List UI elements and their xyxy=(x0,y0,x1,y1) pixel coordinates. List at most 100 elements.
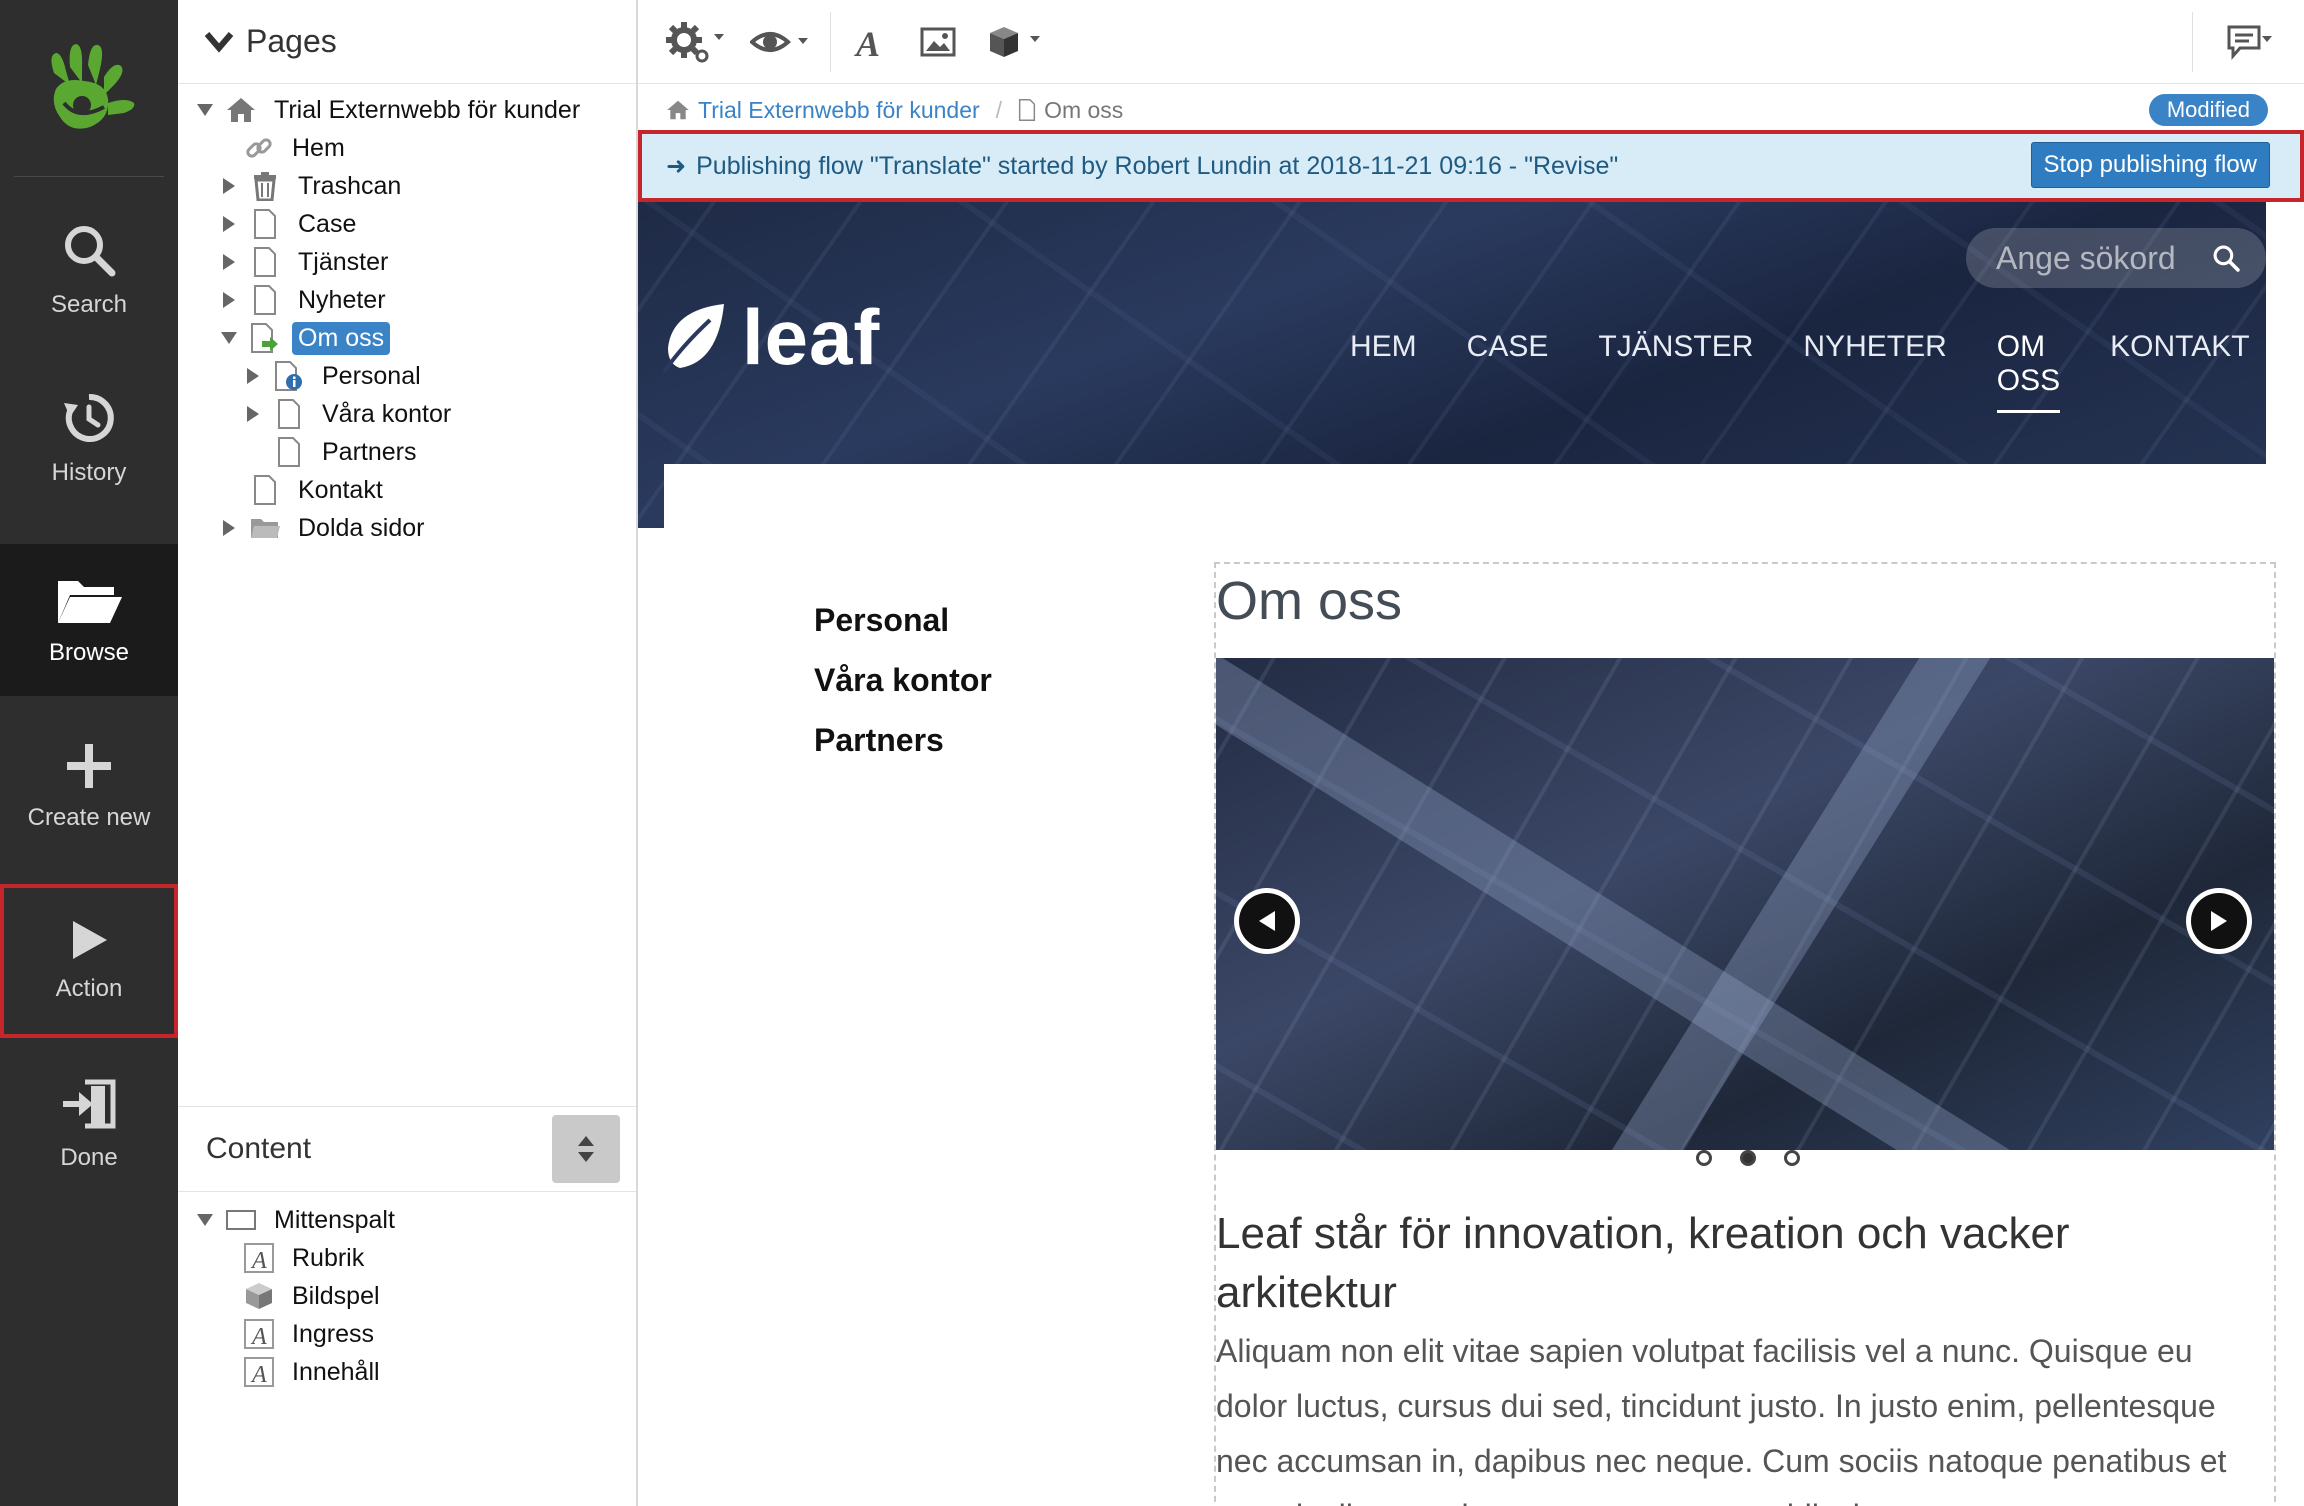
page-icon xyxy=(278,399,300,429)
triangle-right-icon xyxy=(223,216,235,232)
page-publish-icon xyxy=(251,323,278,353)
tree-node-label: Våra kontor xyxy=(322,399,452,428)
rail-action-label: Action xyxy=(55,975,123,1002)
content-node-innehall[interactable]: A Innehåll xyxy=(244,1354,386,1390)
nav-item-kontakt[interactable]: KONTAKT xyxy=(2110,330,2249,413)
rail-history-label: History xyxy=(51,459,127,486)
rail-done-button[interactable]: Done xyxy=(0,1050,178,1200)
svg-text:A: A xyxy=(250,1324,267,1349)
nav-item-hem[interactable]: HEM xyxy=(1350,330,1417,413)
rail-search-button[interactable]: Search xyxy=(0,196,178,346)
content-node-label: Ingress xyxy=(292,1319,374,1348)
page-icon xyxy=(278,437,300,467)
status-badge: Modified xyxy=(2148,94,2268,126)
tree-node-root[interactable]: Trial Externwebb för kunder xyxy=(196,92,586,128)
tree-node-label: Tjänster xyxy=(298,247,389,276)
insert-component-button[interactable] xyxy=(988,18,1044,66)
nav-item-om-oss[interactable]: OM OSS xyxy=(1996,330,2060,413)
stop-publishing-flow-button[interactable]: Stop publishing flow xyxy=(2030,142,2270,188)
expand-toggle[interactable] xyxy=(196,101,214,119)
tree-node-label: Personal xyxy=(322,361,421,390)
tree-node-label: Dolda sidor xyxy=(298,513,425,542)
breadcrumb-current: Om oss xyxy=(1044,96,1124,123)
sort-icon xyxy=(578,1136,594,1162)
triangle-right-icon xyxy=(223,292,235,308)
tree-node-kontakt[interactable]: Kontakt xyxy=(250,472,389,508)
tree-node-trashcan[interactable]: Trashcan xyxy=(220,168,407,204)
text-format-button[interactable]: A xyxy=(854,18,886,66)
slider-prev-button[interactable] xyxy=(1234,888,1300,954)
slider-dots xyxy=(1696,1150,1828,1166)
slider-next-button[interactable] xyxy=(2186,888,2252,954)
home-icon xyxy=(667,100,689,120)
tree-node-label: Trial Externwebb för kunder xyxy=(274,95,581,124)
nav-item-case[interactable]: CASE xyxy=(1467,330,1549,413)
tree-node-tjanster[interactable]: Tjänster xyxy=(220,244,394,280)
tree-node-label-selected: Om oss xyxy=(292,321,391,355)
site-logo[interactable]: leaf xyxy=(662,292,880,383)
slide-image xyxy=(1216,658,2274,1150)
subnav-partners[interactable]: Partners xyxy=(814,722,944,759)
pages-header[interactable]: Pages xyxy=(178,0,636,84)
subnav-personal[interactable]: Personal xyxy=(814,602,949,639)
text-style-icon: A xyxy=(854,24,880,60)
folder-icon xyxy=(58,581,122,623)
slider-dot[interactable] xyxy=(1740,1150,1756,1166)
site-search-input[interactable]: Ange sökord xyxy=(1966,228,2266,288)
nav-item-nyheter[interactable]: NYHETER xyxy=(1803,330,1946,413)
tree-node-personal[interactable]: Personal xyxy=(244,358,427,394)
toolbar-divider xyxy=(2192,12,2193,72)
article-heading: Leaf står för innovation, kreation och v… xyxy=(1216,1209,2070,1318)
tree-node-label: Kontakt xyxy=(298,475,383,504)
cube-icon xyxy=(990,27,1040,57)
content-node-label: Mittenspalt xyxy=(274,1205,395,1234)
site-nav: HEM CASE TJÄNSTER NYHETER OM OSS KONTAKT xyxy=(1350,330,2266,413)
svg-text:A: A xyxy=(250,1362,267,1387)
tree-node-hem[interactable]: Hem xyxy=(244,130,351,166)
triangle-right-icon xyxy=(223,254,235,270)
preview-menu-button[interactable] xyxy=(750,18,812,66)
rail-create-new-button[interactable]: Create new xyxy=(0,712,178,862)
content-node-ingress[interactable]: A Ingress xyxy=(244,1316,380,1352)
comments-button[interactable] xyxy=(2226,18,2274,66)
settings-menu-button[interactable] xyxy=(664,18,726,66)
rail-history-button[interactable]: History xyxy=(0,364,178,514)
tree-node-label: Partners xyxy=(322,437,417,466)
content-node-rubrik[interactable]: A Rubrik xyxy=(244,1240,370,1276)
content-node-bildspel[interactable]: Bildspel xyxy=(244,1278,386,1314)
insert-image-button[interactable] xyxy=(920,18,956,66)
breadcrumb: Trial Externwebb för kunder / Om oss Mod… xyxy=(638,84,2304,136)
tree-node-dolda-sidor[interactable]: Dolda sidor xyxy=(220,510,430,546)
tree-node-om-oss[interactable]: Om oss xyxy=(220,320,391,356)
content-node-mittenspalt[interactable]: Mittenspalt xyxy=(196,1202,401,1238)
content-sort-button[interactable] xyxy=(552,1115,620,1183)
cube-icon xyxy=(246,1283,272,1309)
plus-icon xyxy=(67,744,111,788)
nav-item-tjanster[interactable]: TJÄNSTER xyxy=(1598,330,1753,413)
rail-browse-button[interactable]: Browse xyxy=(0,544,178,696)
breadcrumb-separator: / xyxy=(995,96,1003,123)
exit-icon xyxy=(63,1079,116,1129)
subnav-vara-kontor[interactable]: Våra kontor xyxy=(814,662,992,699)
tree-node-partners[interactable]: Partners xyxy=(274,434,422,470)
breadcrumb-root-link[interactable]: Trial Externwebb för kunder xyxy=(698,97,980,124)
svg-text:A: A xyxy=(250,1248,267,1273)
app-logo[interactable] xyxy=(0,0,178,176)
site-header: Ange sökord leaf HEM CASE TJÄNSTER NYHET… xyxy=(638,202,2266,528)
search-icon xyxy=(65,226,116,277)
rail-browse-label: Browse xyxy=(48,639,130,666)
tree-node-case[interactable]: Case xyxy=(220,206,362,242)
play-icon xyxy=(73,921,107,959)
svg-text:A: A xyxy=(854,24,880,60)
slider-dot[interactable] xyxy=(1696,1150,1712,1166)
main-area: A Trial Externwebb för kunder / Om oss M… xyxy=(638,0,2304,1506)
triangle-right-icon xyxy=(223,520,235,536)
slider-dot[interactable] xyxy=(1784,1150,1800,1166)
tree-node-label: Nyheter xyxy=(298,285,386,314)
editable-content-area[interactable]: Om oss Leaf står för innovation, kreatio… xyxy=(1214,562,2276,1506)
tree-node-nyheter[interactable]: Nyheter xyxy=(220,282,392,318)
image-slider[interactable] xyxy=(1216,658,2274,1150)
rail-action-button[interactable]: Action xyxy=(0,884,178,1038)
tree-node-vara-kontor[interactable]: Våra kontor xyxy=(244,396,457,432)
publishing-flow-banner: ➜ Publishing flow "Translate" started by… xyxy=(638,130,2304,202)
